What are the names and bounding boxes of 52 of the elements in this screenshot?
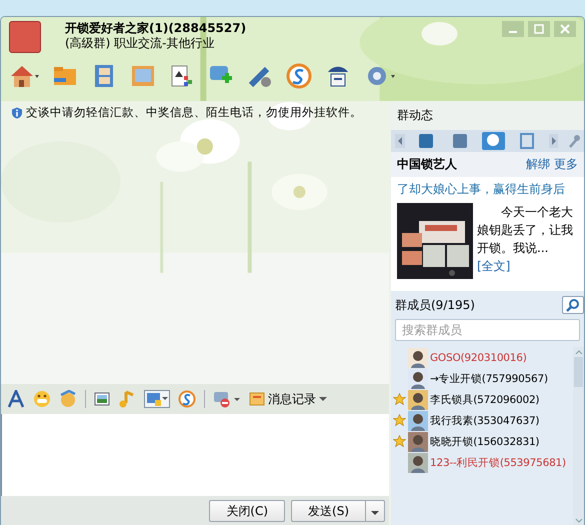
scroll-right-icon[interactable] [548,134,558,148]
scroll-down-icon[interactable] [574,516,584,525]
image-icon[interactable] [94,391,110,407]
member-avatar-icon[interactable] [408,432,428,452]
music-icon[interactable] [118,390,136,408]
scroll-left-icon[interactable] [395,134,405,148]
monitor-icon [146,392,162,406]
member-name[interactable]: 123--利民开锁(553975681) [430,456,566,470]
notice-text: 交谈中请勿轻信汇款、中奖信息、陌生电话，勿使用外挂软件。 [26,105,362,120]
member-avatar-icon[interactable] [408,348,428,368]
member-avatar-icon[interactable] [408,410,428,430]
member-avatar-icon[interactable] [408,390,428,410]
feed-tab[interactable] [482,132,506,150]
close-button[interactable]: 关闭(C) [209,500,286,522]
font-icon[interactable] [7,390,25,408]
caret-icon [319,397,327,401]
history-button[interactable]: 消息记录 [249,390,327,408]
s-logo-icon[interactable] [178,390,196,408]
feed-tab-icon [518,133,535,149]
member-name[interactable]: →专业开锁(757990567) [430,372,548,386]
member-name[interactable]: GOSO(920310016) [430,352,527,364]
chat-block-icon[interactable] [213,390,241,408]
feed-tab-icon [485,133,502,149]
member-name[interactable]: 晓晓开锁(156032831) [430,434,540,448]
post-excerpt: 今天一个老大娘钥匙丢了，让我开锁。我说... [全文] [477,204,574,275]
post-title-link[interactable]: 了却大娘心上事，赢得生前身后 [397,181,578,198]
feed-tab-icon [452,133,468,149]
smiley-icon[interactable] [33,390,51,408]
send-options-button[interactable] [365,500,385,522]
member-name[interactable]: 李氏锁具(572096002) [430,392,540,406]
scrollbar[interactable] [573,347,584,525]
info-icon [11,106,23,118]
wrench-icon[interactable] [568,134,580,148]
full-text-link[interactable]: [全文] [477,259,510,273]
panel-heading: 群成员(9/195) [395,296,475,314]
message-icon [249,392,265,406]
feed-source: 中国锁艺人 [397,156,457,173]
panel-heading: 群动态 [391,101,584,130]
screenshot-button[interactable] [144,390,170,408]
feed-tab-icon [418,133,434,149]
message-input[interactable] [1,414,389,496]
feed-action-link[interactable]: 解绑 [526,156,550,173]
feed-action-link[interactable]: 更多 [554,156,578,173]
search-button[interactable] [562,296,584,314]
caret-icon [371,511,379,515]
member-search-field[interactable]: 搜索群成员 [395,319,580,341]
face-icon[interactable] [59,390,77,408]
scrollbar-thumb[interactable] [574,357,583,387]
caret-icon [162,397,168,401]
member-avatar-icon[interactable] [408,452,428,472]
send-button[interactable]: 发送(S) [291,500,365,522]
member-name[interactable]: 我行我素(353047637) [430,414,540,428]
